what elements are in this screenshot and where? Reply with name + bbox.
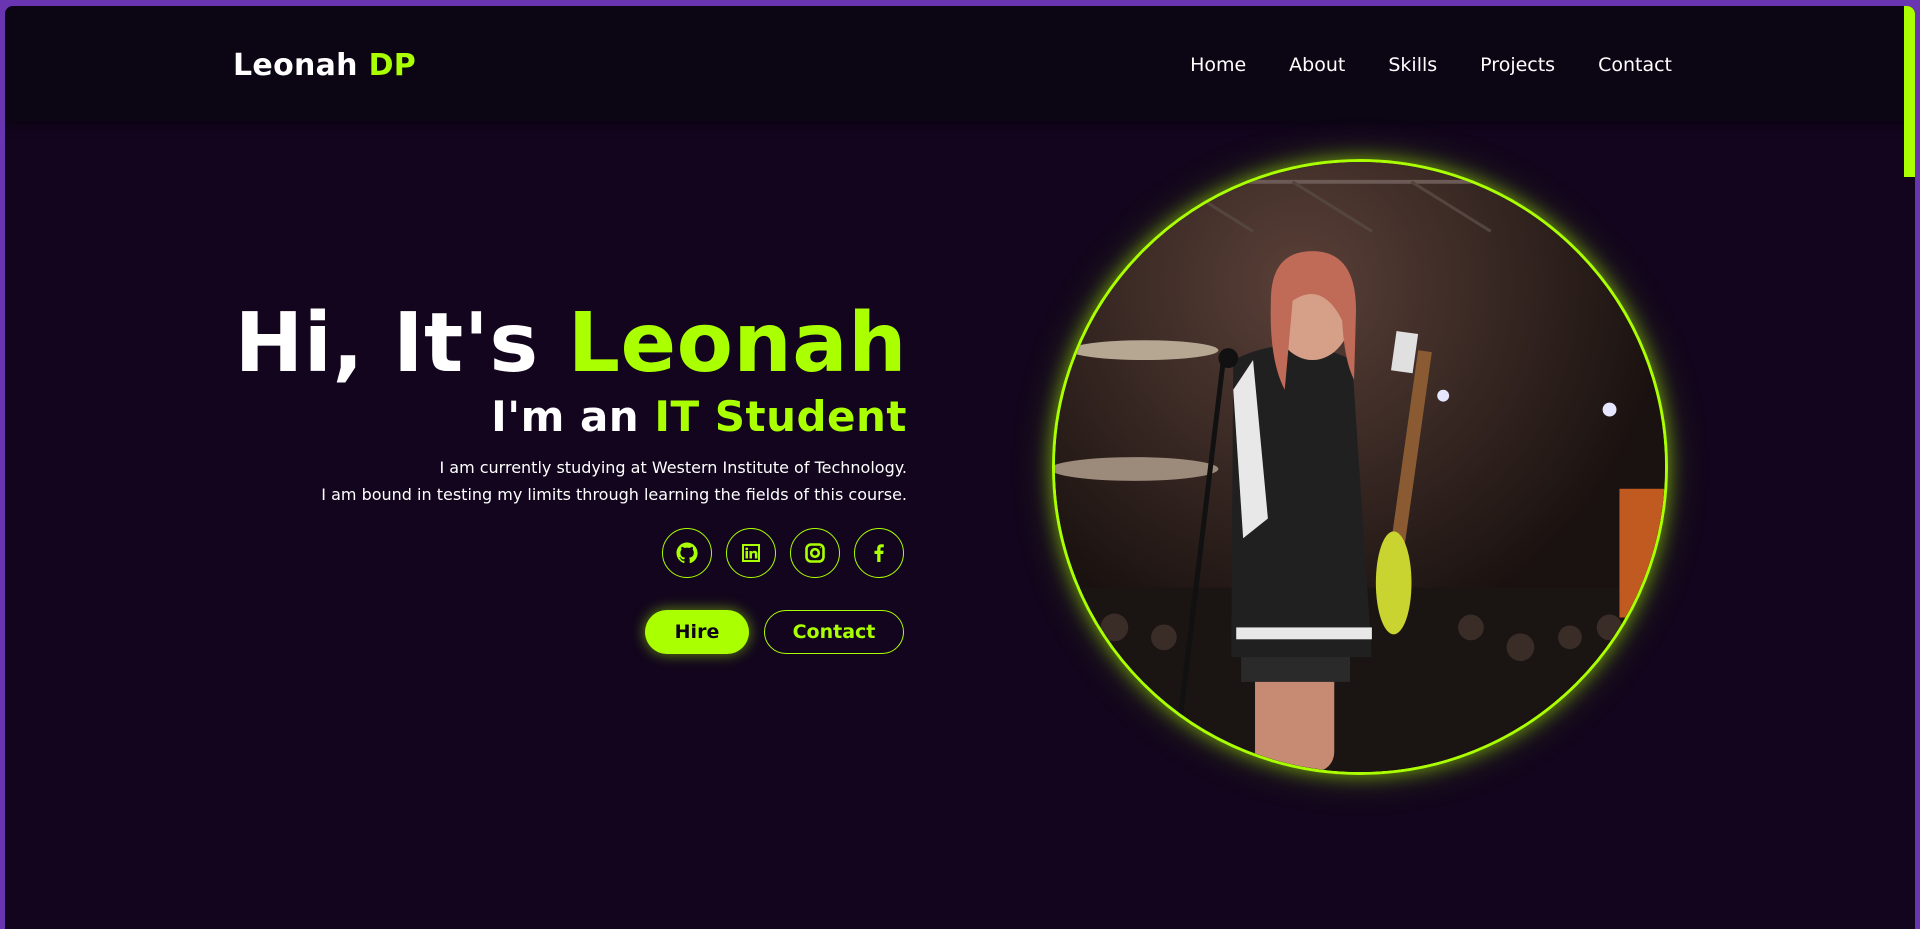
description-line-1: I am currently studying at Western Insti… — [439, 458, 907, 477]
hero-greeting: Hi, It's Leonah — [107, 296, 907, 392]
profile-photo — [1052, 159, 1668, 775]
facebook-link[interactable] — [854, 528, 904, 578]
linkedin-link[interactable] — [726, 528, 776, 578]
description-line-2: I am bound in testing my limits through … — [321, 485, 907, 504]
github-icon — [676, 542, 698, 564]
hero-role: I'm an IT Student — [107, 392, 907, 442]
navbar: Leonah DP Home About Skills Projects Con… — [5, 6, 1915, 121]
facebook-icon — [874, 544, 884, 562]
logo-name: Leonah — [233, 48, 358, 83]
greeting-name: Leonah — [567, 296, 907, 391]
nav-home[interactable]: Home — [1190, 54, 1246, 76]
logo[interactable]: Leonah DP — [233, 48, 416, 83]
role-prefix: I'm an — [491, 392, 640, 441]
hero-description: I am currently studying at Western Insti… — [107, 454, 907, 508]
linkedin-icon — [742, 544, 760, 562]
main-nav: Home About Skills Projects Contact — [1190, 54, 1672, 76]
nav-about[interactable]: About — [1289, 54, 1345, 76]
github-link[interactable] — [662, 528, 712, 578]
nav-projects[interactable]: Projects — [1480, 54, 1555, 76]
nav-skills[interactable]: Skills — [1388, 54, 1437, 76]
nav-contact[interactable]: Contact — [1598, 54, 1672, 76]
greeting-prefix: Hi, It's — [234, 296, 539, 391]
hire-button[interactable]: Hire — [645, 610, 749, 654]
hero-text: Hi, It's Leonah I'm an IT Student I am c… — [107, 296, 907, 508]
contact-button[interactable]: Contact — [764, 610, 904, 654]
instagram-icon — [805, 543, 825, 563]
role-accent: IT Student — [654, 392, 907, 441]
hero-actions: Hire Contact — [645, 610, 904, 654]
scrollbar-thumb[interactable] — [1904, 6, 1915, 177]
social-links — [662, 528, 904, 578]
logo-accent: DP — [368, 48, 417, 83]
profile-photo-illustration — [1055, 162, 1665, 772]
page-frame: Leonah DP Home About Skills Projects Con… — [5, 6, 1915, 929]
instagram-link[interactable] — [790, 528, 840, 578]
